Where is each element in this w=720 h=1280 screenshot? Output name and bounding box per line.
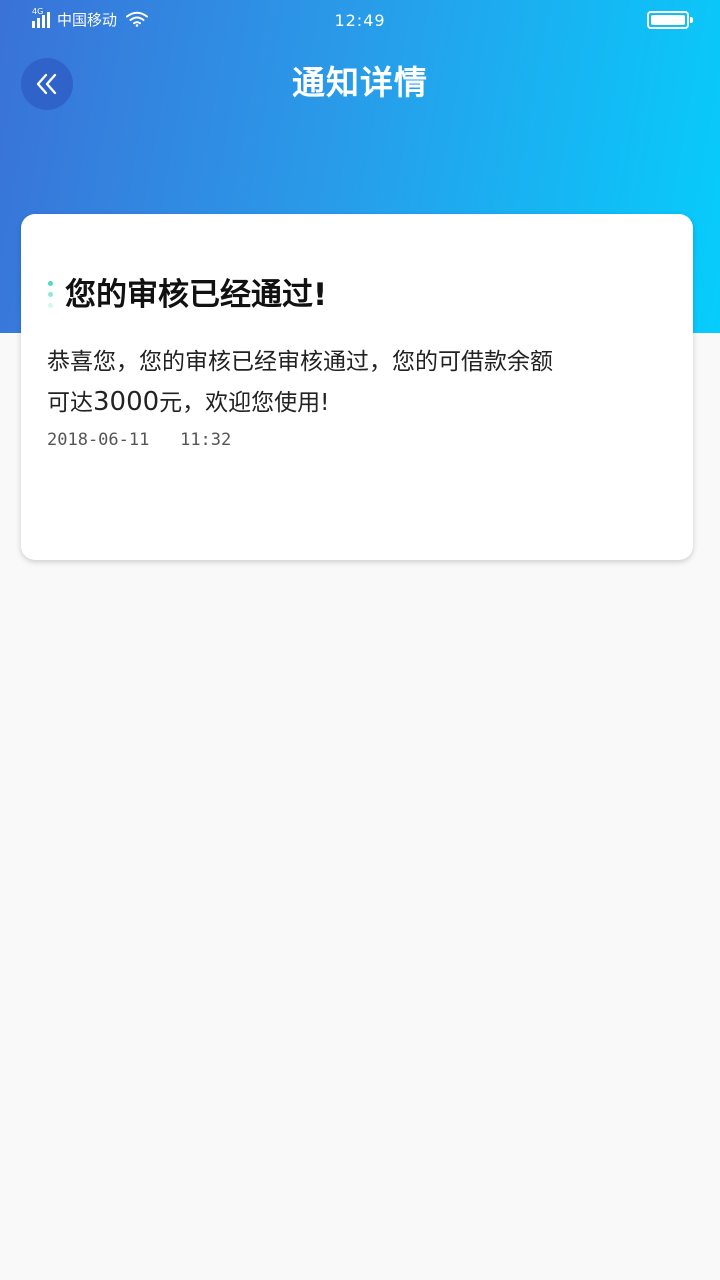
notification-card: 您的审核已经通过! 恭喜您，您的审核已经审核通过，您的可借款余额 可达3000元… — [21, 214, 693, 560]
status-time: 12:49 — [334, 11, 386, 30]
title-marker-icon — [48, 281, 53, 309]
notification-title: 您的审核已经通过! — [65, 277, 328, 313]
battery-icon — [647, 11, 693, 29]
status-bar: 4G 中国移动 12:49 — [0, 0, 720, 40]
notification-date: 2018-06-11 — [47, 430, 150, 450]
notification-body-line2: 可达3000元，欢迎您使用! — [47, 387, 330, 417]
page-title: 通知详情 — [292, 63, 428, 102]
notification-timestamp: 2018-06-11 11:32 — [47, 428, 231, 452]
notification-body: 恭喜您，您的审核已经审核通过，您的可借款余额 可达3000元，欢迎您使用! — [47, 342, 627, 423]
notification-time: 11:32 — [180, 430, 232, 450]
screen: 4G 中国移动 12:49 通知详情 您的审核已经通过! 恭喜您，您的审核已经审… — [0, 0, 720, 1280]
notification-body-line1: 恭喜您，您的审核已经审核通过，您的可借款余额 — [47, 349, 553, 375]
loan-amount: 3000 — [93, 387, 160, 417]
